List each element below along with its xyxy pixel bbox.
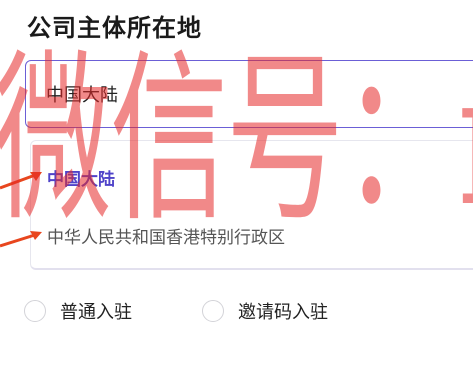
radio-invite-code-entry-label: 邀请码入驻 [238,302,328,323]
dropdown-option-hong-kong[interactable]: 中华人民共和国香港特别行政区 [47,223,285,248]
radio-invite-code-entry[interactable]: 邀请码入驻 [202,298,328,324]
section-title: 公司主体所在地 [27,14,202,42]
radio-circle-icon[interactable] [24,300,46,322]
page: 公司主体所在地 中国大陆 中国大陆 中华人民共和国香港特别行政区 普通入驻 邀请… [0,0,473,368]
radio-normal-entry-label: 普通入驻 [60,302,132,323]
region-select-value: 中国大陆 [46,85,118,106]
region-select[interactable]: 中国大陆 [25,60,473,128]
radio-normal-entry[interactable]: 普通入驻 [24,298,132,324]
radio-circle-icon[interactable] [202,300,224,322]
region-dropdown-menu: 中国大陆 中华人民共和国香港特别行政区 [30,140,473,270]
dropdown-option-mainland[interactable]: 中国大陆 [47,165,115,190]
